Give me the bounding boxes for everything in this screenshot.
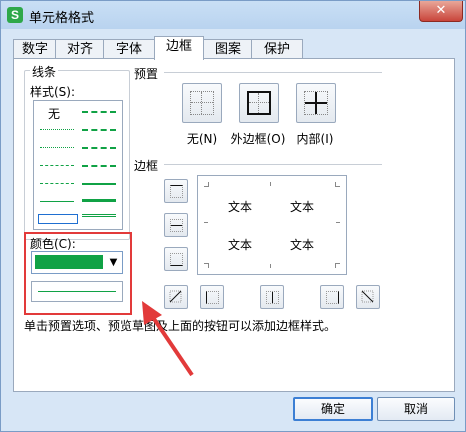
corner-mark <box>204 263 209 268</box>
line-style-dash-dot[interactable] <box>40 183 74 184</box>
tab-number[interactable]: 数字 <box>13 39 57 59</box>
line-style-medium-dashed[interactable] <box>82 111 116 113</box>
line-style-thick[interactable] <box>82 199 116 202</box>
corner-mark <box>335 182 340 187</box>
corner-mark <box>336 222 340 227</box>
preset-outline-label: 外边框(O) <box>230 132 286 146</box>
title-bar: S 单元格格式 ✕ <box>1 1 465 29</box>
border-top-icon <box>170 185 183 198</box>
line-style-slanted-dash-dot[interactable] <box>82 147 116 149</box>
border-diagonal-down-button[interactable] <box>356 285 380 309</box>
border-title: 边框 <box>134 159 159 173</box>
preview-text: 文本 <box>290 200 315 214</box>
presets-title: 预置 <box>134 67 159 81</box>
line-style-none[interactable]: 无 <box>48 105 60 122</box>
annotation-arrow-icon <box>142 301 194 377</box>
border-divider <box>164 164 382 165</box>
line-style-hair[interactable] <box>40 147 74 148</box>
line-style-list[interactable]: 无 <box>33 100 123 230</box>
corner-mark <box>204 182 209 187</box>
tab-font[interactable]: 字体 <box>103 39 155 59</box>
border-inside-vertical-icon <box>266 291 279 304</box>
tab-alignment[interactable]: 对齐 <box>55 39 105 59</box>
format-cells-dialog: S 单元格格式 ✕ 数字 对齐 字体 边框 图案 保护 线条 样式(S): 无 <box>0 0 466 432</box>
preset-outline-button[interactable] <box>239 83 279 123</box>
border-inside-vertical-button[interactable] <box>260 285 284 309</box>
border-right-icon <box>326 291 339 304</box>
cancel-button[interactable]: 取消 <box>377 397 455 421</box>
corner-mark <box>204 222 208 227</box>
close-button[interactable]: ✕ <box>419 1 463 22</box>
line-style-thin[interactable] <box>40 201 74 202</box>
style-label: 样式(S): <box>30 85 76 99</box>
line-style-double[interactable] <box>82 214 116 217</box>
border-bottom-icon <box>170 253 183 266</box>
corner-mark <box>270 264 275 268</box>
line-style-medium-dash-dot[interactable] <box>82 129 116 131</box>
line-style-medium[interactable] <box>82 183 116 185</box>
app-logo-icon: S <box>7 7 23 23</box>
preset-inside-icon <box>304 91 328 115</box>
preset-inside-label: 内部(I) <box>296 132 334 146</box>
border-inside-horizontal-icon <box>170 219 183 232</box>
preview-text: 文本 <box>228 238 253 252</box>
presets-divider <box>164 72 382 73</box>
border-bottom-button[interactable] <box>164 247 188 271</box>
diagonal-down-icon <box>361 290 374 303</box>
tab-border[interactable]: 边框 <box>154 36 204 60</box>
border-left-icon <box>206 291 219 304</box>
border-inside-horizontal-button[interactable] <box>164 213 188 237</box>
border-tab-panel: 线条 样式(S): 无 颜色(C): ▼ 预置 无(N) 外边框(O) 内部(I… <box>13 58 455 392</box>
preset-none-button[interactable] <box>182 83 222 123</box>
preview-text: 文本 <box>228 200 253 214</box>
line-style-selected-thin[interactable] <box>38 214 78 224</box>
border-preview-area[interactable]: 文本 文本 文本 文本 <box>197 175 347 275</box>
tab-protection[interactable]: 保护 <box>251 39 303 59</box>
preset-none-icon <box>190 91 214 115</box>
tab-pattern[interactable]: 图案 <box>203 39 253 59</box>
corner-mark <box>270 182 275 186</box>
preset-none-label: 无(N) <box>186 132 218 146</box>
lines-group-label: 线条 <box>30 63 59 80</box>
border-top-button[interactable] <box>164 179 188 203</box>
dialog-title: 单元格格式 <box>29 11 95 26</box>
corner-mark <box>335 263 340 268</box>
line-style-dash-dot-dot[interactable] <box>40 165 74 166</box>
annotation-highlight-box <box>24 232 132 315</box>
preview-text: 文本 <box>290 238 315 252</box>
border-right-button[interactable] <box>320 285 344 309</box>
line-style-medium-dash-dot-dot[interactable] <box>82 165 116 167</box>
ok-button[interactable]: 确定 <box>293 397 373 421</box>
preset-outline-icon <box>247 91 271 115</box>
preset-inside-button[interactable] <box>296 83 336 123</box>
line-style-dotted[interactable] <box>40 129 74 130</box>
